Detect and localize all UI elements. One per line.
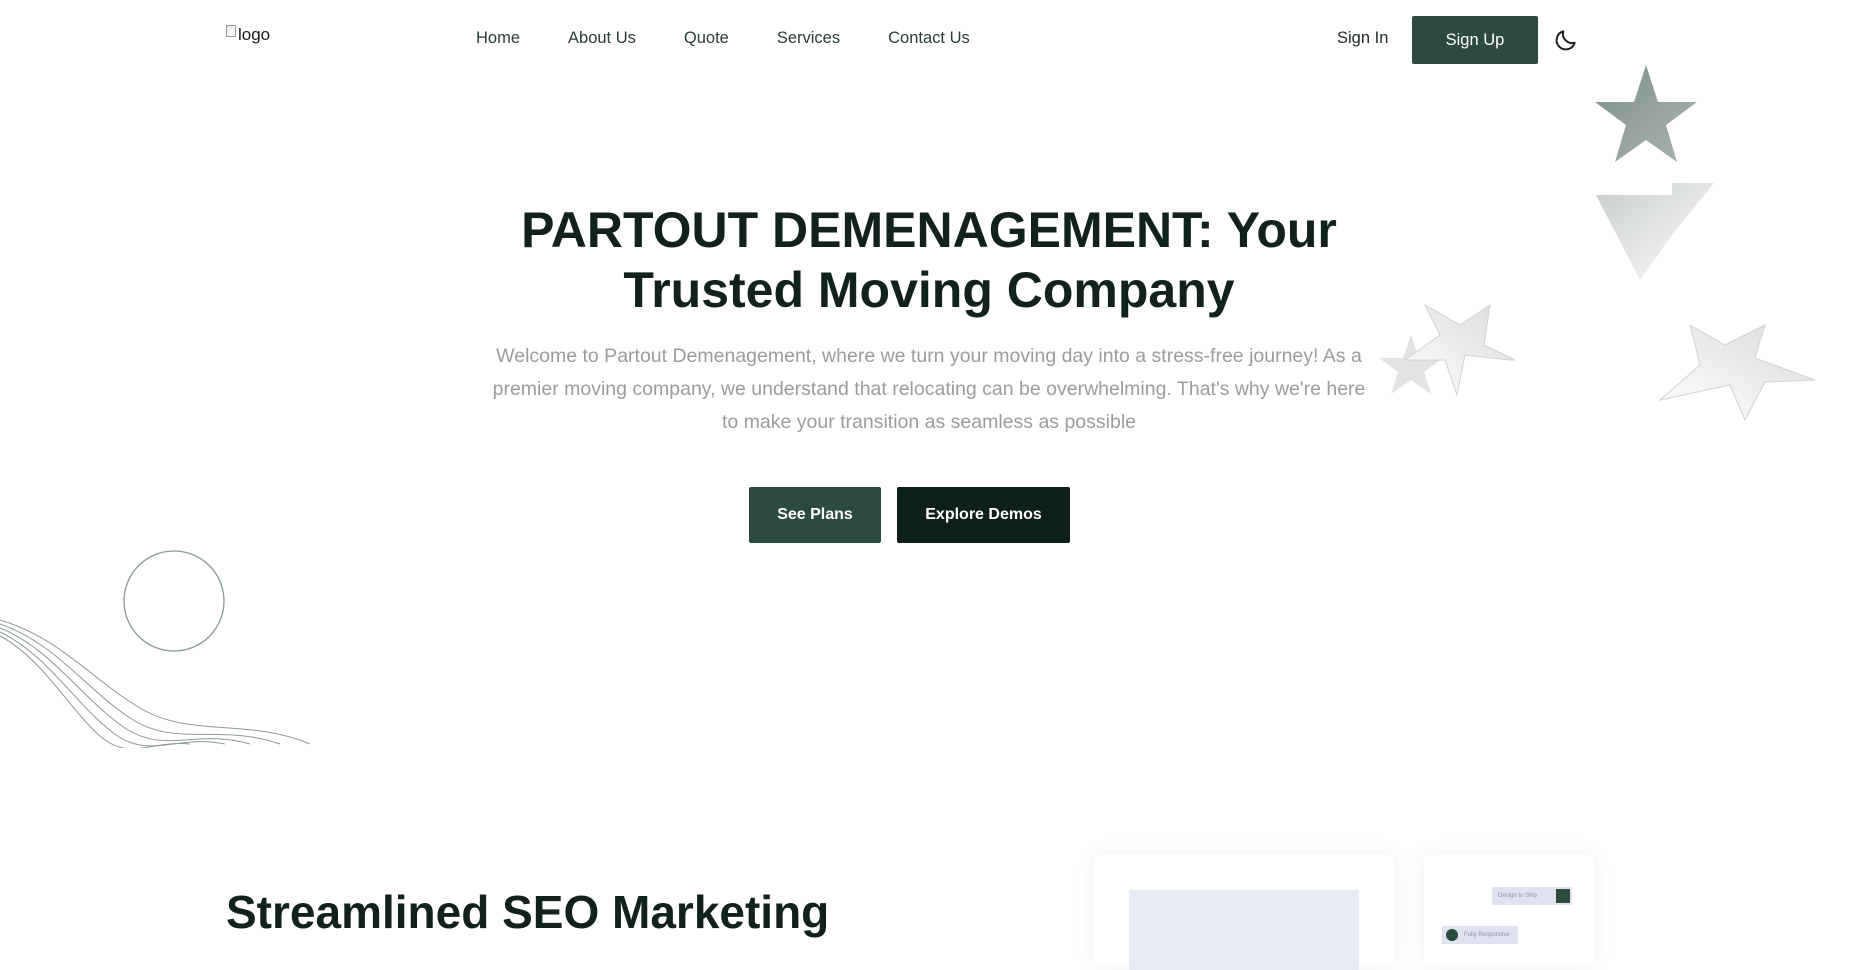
- section-title: Streamlined SEO Marketing: [226, 886, 830, 938]
- chat-icon: [1446, 929, 1458, 941]
- shard-icon: [1596, 183, 1714, 280]
- hero-title: PARTOUT DEMENAGEMENT: Your Trusted Movin…: [521, 202, 1337, 318]
- mini-tag: Design to Ship: [1492, 887, 1572, 905]
- decorative-waves: [0, 550, 311, 748]
- decorative-stars: [1379, 65, 1816, 422]
- hero-subtitle: Welcome to Partout Demenagement, where w…: [492, 345, 1366, 433]
- logo-alt-text: logo: [238, 25, 271, 44]
- nav-contact-link[interactable]: Contact Us: [888, 29, 970, 48]
- nav-about-link[interactable]: About Us: [568, 29, 636, 48]
- explore-demos-button[interactable]: Explore Demos: [897, 487, 1070, 543]
- preview-card: [1094, 855, 1394, 970]
- mini-chip: Fully Responsive: [1442, 926, 1518, 944]
- main-nav: Home About Us Quote Services Contact Us: [476, 29, 1018, 48]
- star-solid-icon: [1595, 65, 1697, 162]
- broken-image-icon: [226, 25, 236, 37]
- see-plans-button[interactable]: See Plans: [749, 487, 881, 543]
- preview-placeholder: [1129, 890, 1359, 970]
- circle-outline-icon: [123, 550, 225, 652]
- sign-in-link[interactable]: Sign In: [1337, 29, 1388, 48]
- nav-services-link[interactable]: Services: [777, 29, 840, 48]
- star-outline-right-icon: [1658, 323, 1816, 422]
- square-icon: [1556, 889, 1570, 903]
- nav-home-link[interactable]: Home: [476, 29, 520, 48]
- mini-tag-label: Design to Ship: [1498, 893, 1538, 899]
- moon-icon[interactable]: [1553, 27, 1579, 53]
- nav-quote-link[interactable]: Quote: [684, 29, 729, 48]
- sign-up-button[interactable]: Sign Up: [1412, 16, 1538, 64]
- preview-card-small: Design to Ship Fully Responsive: [1424, 855, 1594, 965]
- mini-chip-label: Fully Responsive: [1464, 932, 1510, 938]
- logo[interactable]: logo: [226, 25, 270, 45]
